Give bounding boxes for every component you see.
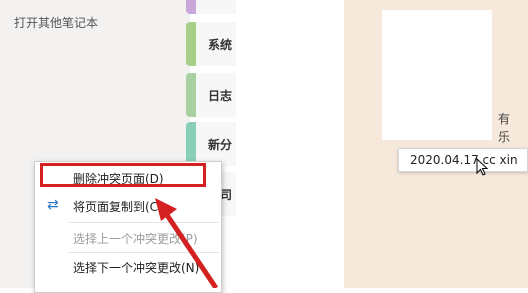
- section-color-strip: [186, 73, 196, 117]
- page-text-fragment: 乐: [498, 130, 511, 144]
- section-tab-system[interactable]: 系统: [186, 22, 236, 66]
- section-tab-label: 新分: [208, 137, 233, 152]
- menu-item-label: 将页面复制到(C)...: [73, 199, 175, 214]
- section-tab-journal[interactable]: 日志: [186, 73, 236, 117]
- menu-item-label: 选择下一个冲突更改(N): [73, 260, 200, 275]
- author-tooltip: 2020.04.17 cc xin: [398, 148, 528, 172]
- copy-page-icon: ⇄: [47, 197, 59, 213]
- copy-page-to-item[interactable]: ⇄ 将页面复制到(C)...: [35, 192, 221, 220]
- section-tab-label: 日志: [208, 88, 233, 103]
- section-color-strip: [186, 0, 196, 14]
- highlight-box: [40, 163, 206, 187]
- section-color-strip: [186, 122, 196, 166]
- section-tab-label: 系统: [208, 37, 233, 52]
- note-card: [382, 10, 492, 140]
- page-content-area[interactable]: 有 乐: [236, 0, 528, 288]
- open-other-notebooks-link[interactable]: 打开其他笔记本: [14, 14, 98, 31]
- section-color-strip: [186, 22, 196, 66]
- select-previous-conflict-item[interactable]: 选择上一个冲突更改(P): [35, 224, 221, 252]
- menu-item-label: 选择上一个冲突更改(P): [73, 231, 198, 246]
- mouse-cursor-icon: [476, 158, 488, 176]
- menu-separator: [69, 222, 219, 223]
- page-text-fragment: 有: [498, 112, 511, 126]
- section-tab-label: 新分: [208, 0, 234, 1]
- select-next-conflict-item[interactable]: 选择下一个冲突更改(N): [35, 253, 221, 281]
- section-tab-new-2[interactable]: 新分: [186, 122, 236, 166]
- tooltip-text: 2020.04.17 cc xin: [410, 153, 518, 167]
- section-tab-new-1[interactable]: 新分: [186, 0, 236, 14]
